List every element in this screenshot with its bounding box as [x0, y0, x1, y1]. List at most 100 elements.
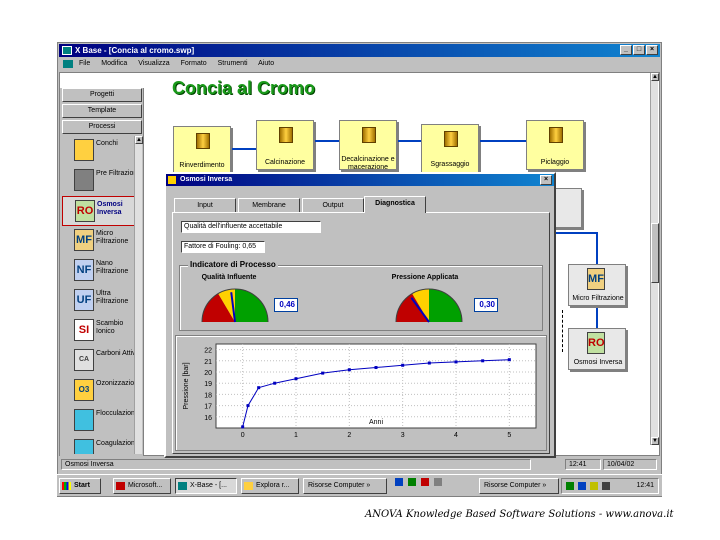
- list-item-osmosi-inversa[interactable]: RO Osmosi Inversa: [62, 196, 142, 226]
- influent-quality-gauge: [201, 288, 269, 323]
- list-item-scambio-ionico[interactable]: SI Scambio Ionico: [62, 316, 142, 346]
- document-icon[interactable]: [63, 60, 73, 68]
- y-tick-label: 16: [204, 415, 212, 422]
- tray-icon[interactable]: [602, 482, 610, 490]
- applied-pressure-gauge: [395, 288, 463, 323]
- scroll-thumb[interactable]: [651, 223, 659, 283]
- menu-bar: File Modifica Visualizza Formato Strumen…: [59, 58, 660, 70]
- tab-membrane[interactable]: Membrane: [238, 198, 300, 212]
- list-item-ultrafiltrazione[interactable]: UF Ultra Filtrazione: [62, 286, 142, 316]
- dialog-close-button[interactable]: ×: [540, 175, 552, 185]
- gauge-segment: [429, 289, 462, 322]
- ca-icon: CA: [74, 349, 94, 371]
- volume-icon[interactable]: [590, 482, 598, 490]
- left-panel-scrollbar[interactable]: ▲: [134, 136, 143, 454]
- list-item-ozonizzazione[interactable]: O3 Ozonizzazione: [62, 376, 142, 406]
- ro-icon: RO: [75, 200, 95, 222]
- ozone-icon: O3: [74, 379, 94, 401]
- list-item-carboni-attivi[interactable]: CA Carboni Attivi: [62, 346, 142, 376]
- tray-clock[interactable]: 12:41: [636, 482, 654, 489]
- tab-input[interactable]: Input: [174, 198, 236, 212]
- process-box-microfiltrazione[interactable]: MF Micro Filtrazione: [568, 264, 626, 306]
- status-time: 12:41: [565, 459, 601, 470]
- task-button-computer[interactable]: Risorse Computer »: [303, 478, 387, 494]
- dialog-title: Osmosi Inversa: [180, 176, 233, 183]
- scroll-up-arrow[interactable]: ▲: [135, 136, 143, 144]
- taskbar: Start Microsoft... X-Base - [... Explora…: [57, 474, 662, 496]
- window-titlebar[interactable]: X Base - [Concia al cromo.swp] _ □ ×: [59, 44, 660, 57]
- barrel-icon: [74, 139, 94, 161]
- data-point: [246, 404, 250, 408]
- menu-modifica[interactable]: Modifica: [101, 60, 127, 67]
- canvas-scrollbar[interactable]: ▲ ▼: [650, 73, 659, 445]
- tab-template[interactable]: Template: [62, 104, 142, 118]
- start-label: Start: [74, 482, 90, 489]
- gauge-label: Qualità Influente: [201, 274, 257, 281]
- tab-diagnostica[interactable]: Diagnostica: [364, 196, 426, 213]
- quicklaunch-icon: [433, 478, 442, 486]
- x-tick-label: 0: [241, 432, 245, 439]
- quicklaunch-toolbar[interactable]: [391, 478, 475, 494]
- window-title: X Base - [Concia al cromo.swp]: [75, 46, 195, 55]
- status-text: Osmosi Inversa: [61, 459, 531, 470]
- quicklaunch-icon: [395, 478, 403, 486]
- close-button[interactable]: ×: [646, 45, 658, 55]
- process-box-osmosi-inversa[interactable]: RO Osmosi Inversa: [568, 328, 626, 370]
- scroll-up-arrow[interactable]: ▲: [651, 73, 659, 81]
- y-tick-label: 20: [204, 370, 212, 377]
- list-item-flocculazione[interactable]: Flocculazione: [62, 406, 142, 436]
- menu-visualizza[interactable]: Visualizza: [138, 60, 169, 67]
- task-button-xbase[interactable]: X-Base - [...: [175, 478, 237, 494]
- scroll-down-arrow[interactable]: ▼: [651, 437, 659, 445]
- flow-arrow: [596, 232, 598, 264]
- task-label: Microsoft...: [128, 482, 163, 489]
- gauge-label: Pressione Applicata: [391, 274, 459, 281]
- page-title: Concia al Cromo: [172, 78, 316, 98]
- data-point: [401, 363, 405, 367]
- flow-arrow: [232, 148, 256, 150]
- menu-formato[interactable]: Formato: [181, 60, 207, 67]
- tab-processi[interactable]: Processi: [62, 120, 142, 134]
- tray-icon[interactable]: [578, 482, 586, 490]
- menu-aiuto[interactable]: Aiuto: [258, 60, 274, 67]
- y-tick-label: 22: [204, 348, 212, 355]
- task-label: Risorse Computer »: [308, 482, 371, 489]
- start-button[interactable]: Start: [59, 478, 101, 494]
- quicklaunch-icon: [420, 478, 429, 486]
- fouling-factor-field[interactable]: Fattore di Fouling: 0,65: [181, 241, 265, 253]
- task-button-computer-2[interactable]: Risorse Computer »: [479, 478, 559, 494]
- list-item-microfiltrazione[interactable]: MF Micro Filtrazione: [62, 226, 142, 256]
- pressure-chart-group: 22 21 20 19 18 17 16 0 1 2 3 4 5 Pressione [bar] Anni: [175, 335, 547, 451]
- dialog-titlebar[interactable]: Osmosi Inversa ×: [166, 174, 554, 186]
- process-indicator-group: Indicatore di Processo Qualità Influente…: [179, 260, 543, 331]
- maximize-button[interactable]: □: [633, 45, 645, 55]
- barrel-icon: [549, 127, 563, 143]
- osmosi-inversa-dialog: Osmosi Inversa × Input Membrane Output D…: [164, 172, 556, 458]
- list-item-nanofiltrazione[interactable]: NF Nano Filtrazione: [62, 256, 142, 286]
- task-button-explorer[interactable]: Explora r...: [241, 478, 299, 494]
- flow-arrow: [480, 140, 526, 142]
- task-button-microsoft[interactable]: Microsoft...: [113, 478, 171, 494]
- tray-icon[interactable]: [566, 482, 574, 490]
- menu-strumenti[interactable]: Strumenti: [218, 60, 248, 67]
- minimize-button[interactable]: _: [620, 45, 632, 55]
- group-title: Indicatore di Processo: [188, 260, 278, 269]
- menu-file[interactable]: File: [79, 60, 90, 67]
- task-label: Explora r...: [256, 482, 290, 489]
- process-label: Osmosi Inversa: [573, 359, 623, 366]
- tab-progetti[interactable]: Progetti: [62, 88, 142, 102]
- influent-quality-field[interactable]: Qualità dell'influente accettabile: [181, 221, 321, 233]
- quicklaunch-icon: [407, 478, 416, 486]
- flow-arrow: [398, 140, 421, 142]
- data-point: [321, 371, 325, 375]
- process-list: Conchi Pre Filtrazione RO Osmosi Inversa…: [62, 136, 142, 454]
- x-tick-label: 3: [401, 432, 405, 439]
- data-point: [241, 425, 245, 429]
- tab-output[interactable]: Output: [302, 198, 364, 212]
- list-item-coagulazione[interactable]: Coagulazione: [62, 436, 142, 454]
- pressure-chart: 22 21 20 19 18 17 16 0 1 2 3 4 5 Pressione [bar] Anni: [183, 343, 537, 439]
- tank-icon: [74, 439, 94, 454]
- dialog-icon: [168, 176, 176, 184]
- list-item-prefiltrazione[interactable]: Pre Filtrazione: [62, 166, 142, 196]
- list-item-conchi[interactable]: Conchi: [62, 136, 142, 166]
